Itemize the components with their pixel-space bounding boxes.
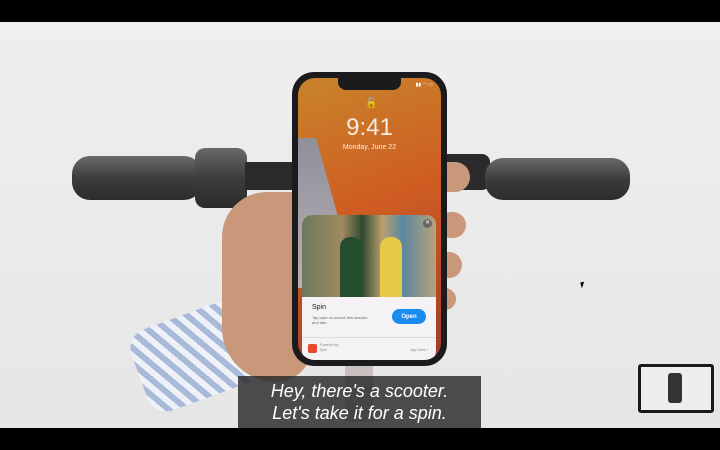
powered-by: Powered by Spin (320, 343, 338, 353)
app-clip-photo: ✕ (302, 215, 436, 297)
left-handlebar-grip (72, 156, 202, 200)
app-description: Tap open to unlock this scooter and ride… (312, 315, 368, 325)
left-throttle (195, 148, 247, 208)
subtitle-line-1: Hey, there's a scooter. (270, 381, 449, 401)
thumbnail-phone (668, 373, 682, 403)
lock-time: 9:41 (346, 114, 393, 141)
subtitle-line-2: Let's take it for a spin. (272, 403, 447, 423)
iphone: ▮▮ ◠ ▭ 🔓 9:41 Monday, June 22 ✕ Spin Tap… (292, 72, 447, 366)
app-name: Spin (312, 304, 327, 311)
person (340, 237, 362, 297)
powered-by-label: Powered by (320, 343, 339, 347)
mouse-cursor-icon (580, 281, 586, 289)
person (380, 237, 402, 297)
video-frame: ▮▮ ◠ ▭ 🔓 9:41 Monday, June 22 ✕ Spin Tap… (0, 22, 720, 428)
notch (338, 78, 401, 90)
brand-name: Spin (320, 348, 328, 352)
lock-screen: ▮▮ ◠ ▭ 🔓 9:41 Monday, June 22 ✕ Spin Tap… (298, 78, 441, 360)
open-button[interactable]: Open (392, 309, 426, 324)
lock-date: Monday, June 22 (342, 144, 397, 151)
picture-in-picture-thumbnail[interactable] (638, 364, 714, 413)
spin-app-icon (308, 344, 317, 353)
close-icon[interactable]: ✕ (423, 219, 432, 228)
status-icons: ▮▮ ◠ ▭ (415, 82, 433, 88)
subtitles: Hey, there's a scooter. Let's take it fo… (238, 376, 481, 428)
unlock-icon: 🔓 (365, 98, 378, 109)
app-clip-card[interactable]: ✕ Spin Tap open to unlock this scooter a… (302, 215, 436, 360)
card-footer: Powered by Spin App Store › (302, 337, 436, 360)
app-store-link[interactable]: App Store › (410, 348, 428, 352)
right-handlebar-grip (485, 158, 630, 200)
